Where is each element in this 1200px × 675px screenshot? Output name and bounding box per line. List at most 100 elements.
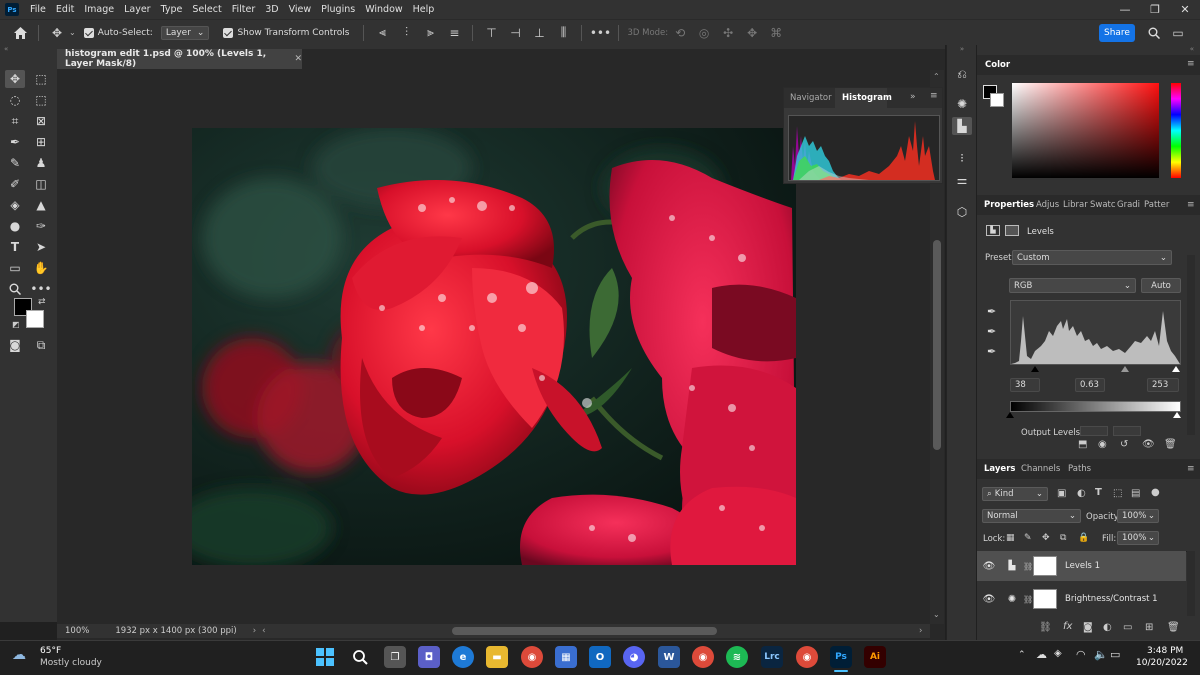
menu-select[interactable]: Select [187, 4, 226, 15]
layer-name[interactable]: Brightness/Contrast 1 [1065, 594, 1158, 604]
mask-link-icon[interactable]: ⛓ [1023, 595, 1033, 604]
scroll-right-icon[interactable]: › [919, 626, 922, 636]
move-tool-icon[interactable]: ✥ [5, 70, 25, 88]
chrome-profile-icon[interactable]: ◉ [692, 646, 714, 668]
eyedropper-tool-icon[interactable]: ✒ [5, 133, 25, 151]
color-panel-menu-icon[interactable]: ≡ [1187, 59, 1195, 69]
scroll-up-icon[interactable]: ⌃ [933, 72, 940, 81]
default-colors-icon[interactable]: ◩ [12, 320, 20, 329]
add-mask-icon[interactable]: ◙ [1083, 622, 1093, 633]
filter-toggle-icon[interactable]: ● [1151, 487, 1160, 498]
delete-adjustment-icon[interactable]: 🗑 [1164, 439, 1177, 450]
volume-icon[interactable]: 🔈 [1094, 648, 1108, 661]
chrome-alt-icon[interactable]: ◉ [796, 646, 818, 668]
fill-field[interactable]: 100% ⌄ [1117, 531, 1159, 545]
photoshop-taskbar-icon[interactable]: Ps [830, 646, 852, 668]
maximize-icon[interactable]: ❐ [1140, 0, 1170, 19]
align-center-icon[interactable]: ⫶ [394, 22, 418, 44]
menu-layer[interactable]: Layer [119, 4, 156, 15]
tab-swatches[interactable]: Swatc [1090, 196, 1116, 214]
discord-icon[interactable]: ◕ [623, 646, 645, 668]
swap-colors-icon[interactable]: ⇄ [38, 297, 46, 307]
scroll-down-icon[interactable]: ⌄ [933, 610, 940, 619]
brush-settings-icon[interactable]: ⁝ [952, 149, 972, 167]
clip-to-layer-icon[interactable]: ⬒ [1078, 439, 1087, 450]
status-menu-icon[interactable]: › [253, 626, 256, 636]
menu-plugins[interactable]: Plugins [316, 4, 360, 15]
align-top-icon[interactable]: ⊤ [479, 22, 503, 44]
panel-menu-icon[interactable]: ≡ [930, 91, 938, 101]
transform-controls-checkbox[interactable]: Show Transform Controls [223, 27, 349, 38]
layer-mask-thumbnail[interactable] [1033, 589, 1057, 609]
expand-panel-icon[interactable]: » [910, 92, 916, 102]
outlook-icon[interactable]: O [589, 646, 611, 668]
filter-smart-object-icon[interactable]: ▤ [1131, 488, 1140, 499]
move-tool-icon[interactable]: ✥ [45, 22, 69, 44]
adjustments-icon[interactable]: ⚌ [952, 171, 972, 189]
menu-help[interactable]: Help [408, 4, 440, 15]
filter-shape-icon[interactable]: ⬚ [1113, 488, 1122, 499]
layer-name[interactable]: Levels 1 [1065, 561, 1100, 571]
preset-dropdown[interactable]: Custom ⌄ [1012, 250, 1172, 265]
object-select-icon[interactable]: ⬚ [31, 91, 51, 109]
collapse-strip-icon[interactable]: » [947, 45, 977, 55]
crop-tool-icon[interactable]: ⌗ [5, 112, 25, 130]
menu-3d[interactable]: 3D [260, 4, 283, 15]
mask-icon[interactable] [1005, 225, 1019, 236]
menu-filter[interactable]: Filter [227, 4, 261, 15]
channel-dropdown[interactable]: RGB ⌄ [1009, 278, 1136, 293]
scroll-left-icon[interactable]: ‹ [262, 626, 265, 636]
menu-type[interactable]: Type [156, 4, 188, 15]
filter-type-icon[interactable]: T [1095, 487, 1102, 498]
tab-adjustments[interactable]: Adjus [1036, 196, 1059, 214]
stamp-tool-icon[interactable]: ♟ [31, 154, 51, 172]
frame-tool-icon[interactable]: ⊠ [31, 112, 51, 130]
lightroom-icon[interactable]: Lrc [761, 646, 783, 668]
layer-mask-thumbnail[interactable] [1033, 556, 1057, 576]
output-white-slider[interactable] [1173, 412, 1181, 418]
clock-date[interactable]: 10/20/2022 [1136, 658, 1188, 668]
view-previous-icon[interactable]: ◉ [1098, 439, 1107, 450]
auto-select-checkbox[interactable]: Auto-Select: [83, 27, 153, 38]
more-options-icon[interactable]: ••• [588, 22, 612, 44]
menu-image[interactable]: Image [79, 4, 119, 15]
teams-icon[interactable]: ◘ [418, 646, 440, 668]
background-color-chip[interactable] [990, 93, 1004, 107]
windows-start-icon[interactable] [314, 646, 336, 668]
brush-tool-icon[interactable]: ✎ [5, 154, 25, 172]
output-white-field[interactable] [1113, 426, 1141, 436]
black-eyedropper-icon[interactable]: ✒ [987, 305, 996, 318]
align-left-icon[interactable]: ⫷ [370, 22, 394, 44]
store-icon[interactable]: ▦ [555, 646, 577, 668]
lock-artboard-icon[interactable]: ⧉ [1060, 533, 1066, 543]
output-black-field[interactable] [1080, 426, 1108, 436]
align-right-icon[interactable]: ⫸ [418, 22, 442, 44]
layers-scrollbar[interactable] [1187, 551, 1195, 616]
tab-navigator[interactable]: Navigator [790, 93, 832, 103]
tab-properties[interactable]: Properties [984, 196, 1034, 214]
illustrator-icon[interactable]: Ai [864, 646, 886, 668]
lock-position-icon[interactable]: ✥ [1042, 533, 1050, 543]
file-explorer-icon[interactable]: ▬ [486, 646, 508, 668]
layer-row-levels[interactable]: 👁 ▙ ⛓ Levels 1 [977, 551, 1186, 581]
eraser-tool-icon[interactable]: ◫ [31, 175, 51, 193]
input-black-field[interactable]: 38 [1010, 378, 1040, 392]
tab-paths[interactable]: Paths [1068, 460, 1091, 478]
properties-menu-icon[interactable]: ≡ [1187, 200, 1195, 210]
histogram-panel-icon[interactable]: ▙ [952, 117, 972, 135]
layer-row-brightness[interactable]: 👁 ✺ ⛓ Brightness/Contrast 1 [977, 584, 1186, 614]
lock-all-icon[interactable]: 🔒 [1078, 533, 1089, 543]
color-panel-title[interactable]: Color [985, 56, 1010, 74]
filter-adjustment-icon[interactable]: ◐ [1077, 488, 1086, 499]
color-picker-field[interactable] [1012, 83, 1159, 178]
history-panel-icon[interactable]: ⎌ [952, 65, 972, 83]
menu-view[interactable]: View [284, 4, 317, 15]
onedrive-icon[interactable]: ☁ [1036, 648, 1047, 661]
kind-filter-dropdown[interactable]: ⌕ Kind ⌄ [982, 487, 1048, 501]
menu-file[interactable]: File [25, 4, 51, 15]
align-middle-icon[interactable]: ⊣ [503, 22, 527, 44]
minimize-icon[interactable]: — [1110, 0, 1140, 19]
tab-gradients[interactable]: Gradi [1117, 196, 1140, 214]
search-icon[interactable] [1142, 22, 1166, 44]
tab-patterns[interactable]: Patter [1144, 196, 1169, 214]
